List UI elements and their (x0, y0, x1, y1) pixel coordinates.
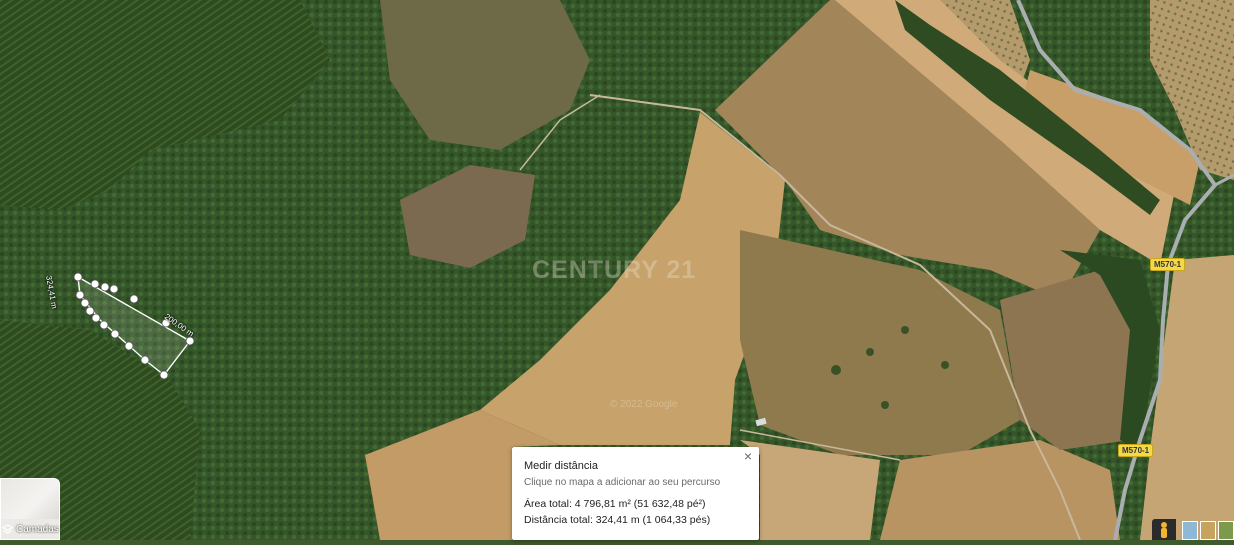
measure-point[interactable] (73, 272, 83, 282)
century21-watermark: CENTURY 21 (532, 256, 697, 284)
measure-point[interactable] (80, 298, 90, 308)
layers-icon (2, 524, 13, 534)
map-thumbnail[interactable] (1218, 521, 1234, 540)
tree (831, 365, 841, 375)
map-copyright: © 2022 Google (610, 399, 678, 410)
close-icon[interactable]: × (741, 449, 755, 463)
layers-thumbnail (1, 479, 59, 519)
satellite-thumbnail[interactable] (1200, 521, 1216, 540)
layers-label: Camadas (16, 524, 59, 535)
pegman-icon[interactable] (1152, 519, 1176, 540)
tree (941, 361, 949, 369)
measure-point[interactable] (140, 355, 150, 365)
tree (881, 401, 889, 409)
measure-point[interactable] (100, 282, 110, 292)
layers-caption[interactable]: Camadas (2, 524, 59, 535)
measure-hint: Clique no mapa a adicionar ao seu percur… (524, 477, 721, 488)
measure-point[interactable] (90, 279, 100, 289)
road-label-m570-1: M570-1 (1118, 444, 1154, 457)
road-label-m570-1: M570-1 (1150, 258, 1186, 271)
measure-point[interactable] (75, 290, 85, 300)
measure-point[interactable] (109, 284, 119, 294)
measure-point[interactable] (159, 370, 169, 380)
measure-point[interactable] (129, 294, 139, 304)
total-distance: Distância total: 324,41 m (1 064,33 pés) (524, 514, 711, 526)
total-area: Área total: 4 796,81 m² (51 632,48 pé²) (524, 498, 706, 510)
measure-point[interactable] (85, 306, 95, 316)
tree (901, 326, 909, 334)
terrain-thumbnail[interactable] (1182, 521, 1198, 540)
measure-point[interactable] (110, 329, 120, 339)
imagery-thumbnails[interactable] (1182, 521, 1234, 540)
measure-point[interactable] (91, 313, 101, 323)
tree (866, 348, 874, 356)
measure-point[interactable] (99, 320, 109, 330)
measure-title: Medir distância (524, 460, 598, 472)
measure-point[interactable] (124, 341, 134, 351)
measure-distance-panel: × Medir distância Clique no mapa a adici… (512, 447, 759, 540)
